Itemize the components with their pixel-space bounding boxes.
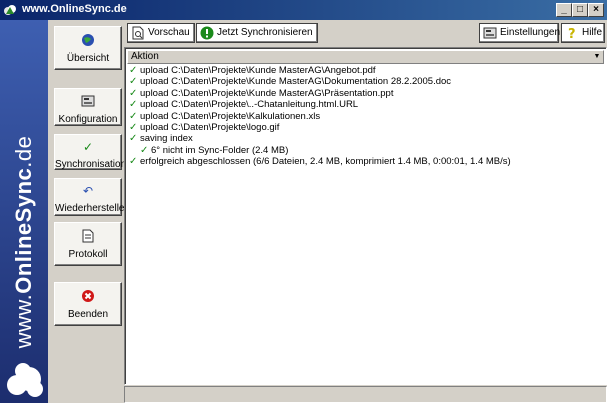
log-panel[interactable]: Aktion ▼ ✓ upload C:\Daten\Projekte\Kunde… [124,47,607,385]
check-icon: ✓ [140,144,149,156]
dropdown-arrow-icon[interactable]: ▼ [591,51,603,63]
log-row: ✓ saving index [129,133,193,145]
preview-icon [132,26,144,40]
nav-button-synchronisation[interactable]: ✓ Synchronisation [54,134,126,170]
log-row: ✓ upload C:\Daten\Projekte\Kunde MasterAG… [129,65,376,76]
help-icon: ? [568,27,576,40]
app-icon [4,5,16,15]
nav-button-konfiguration[interactable]: Konfiguration [54,88,122,126]
toolbar: Vorschau Jetzt Synchronisieren Einstellu… [124,20,607,46]
minimize-button[interactable]: _ [556,3,572,17]
log-row: ✓ upload C:\Daten\Projekte\logo.gif [129,121,280,133]
check-icon: ✓ [129,133,138,145]
settings-button[interactable]: Einstellungen [479,23,560,43]
nav-button-beenden[interactable]: Beenden [54,282,122,326]
status-bar [124,386,607,403]
check-icon: ✓ [129,156,138,168]
sync-now-button[interactable]: Jetzt Synchronisieren [196,23,318,43]
title-bar: www.OnlineSync.de _ □ × [0,0,607,20]
stop-icon [55,289,121,305]
check-icon: ✓ [129,110,138,122]
window-title: www.OnlineSync.de [22,3,127,15]
check-icon: ✓ [129,121,138,133]
check-icon: ✓ [129,87,138,99]
log-row: ✓ upload C:\Daten\Projekte\Kunde MasterAG… [129,87,394,99]
log-row: ✓ upload C:\Daten\Projekte\..-Chatanleitu… [129,99,359,111]
settings-icon [483,27,497,39]
sync-now-icon [200,26,214,40]
brand-logo-text: www.OnlineSync.de [11,135,36,349]
maximize-button[interactable]: □ [572,3,588,17]
nav-button-wiederherstellen[interactable]: ↶ Wiederherstellen [54,178,130,216]
nav-button-protokoll[interactable]: Protokoll [54,222,122,266]
check-icon: ✓ [129,65,138,76]
log-row: ✓ upload C:\Daten\Projekte\Kunde MasterAG… [129,76,452,88]
cloud-logo-icon [7,363,43,397]
preview-button[interactable]: Vorschau [127,23,195,43]
document-icon [55,229,121,245]
navigation-panel: Übersicht Konfiguration ✓ Synchronisatio… [48,20,130,403]
undo-icon: ↶ [82,184,94,198]
check-icon: ✓ [129,76,138,88]
log-row: ✓ 6° nicht im Sync-Folder (2.4 MB) [140,144,289,156]
svg-text:?: ? [568,27,576,40]
check-icon: ✓ [82,140,94,154]
log-list: ✓ upload C:\Daten\Projekte\Kunde MasterAG… [129,65,604,168]
check-icon: ✓ [129,99,138,111]
log-row: ✓ erfolgreich abgeschlossen (6/6 Dateien,… [129,156,511,168]
config-icon [55,94,121,110]
help-button[interactable]: ? Hilfe [561,23,605,43]
brand-strip: www.OnlineSync.de [0,20,48,403]
close-button[interactable]: × [588,3,604,17]
column-header-aktion[interactable]: Aktion ▼ [127,50,604,64]
nav-button-uebersicht[interactable]: Übersicht [54,26,122,70]
log-row: ✓ upload C:\Daten\Projekte\Kalkulationen.… [129,110,321,122]
globe-icon [55,33,121,49]
